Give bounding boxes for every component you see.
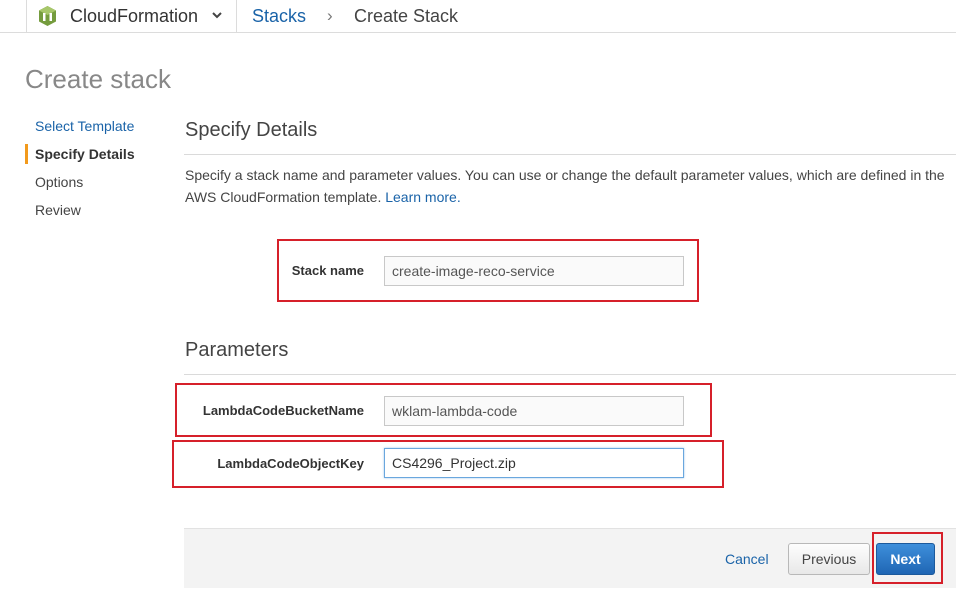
top-nav-bar: CloudFormation Stacks › Create Stack xyxy=(0,0,956,33)
step-review: Review xyxy=(35,202,81,218)
section-divider xyxy=(184,374,956,375)
nav-divider xyxy=(26,0,27,33)
page-title: Create stack xyxy=(25,64,171,94)
learn-more-link[interactable]: Learn more. xyxy=(385,189,460,205)
highlight-box-next xyxy=(872,532,943,584)
section-title-parameters: Parameters xyxy=(185,339,289,361)
step-select-template[interactable]: Select Template xyxy=(25,116,134,136)
cloudformation-icon xyxy=(39,6,56,26)
description-text: Specify a stack name and parameter value… xyxy=(185,167,945,205)
breadcrumb-stacks-link[interactable]: Stacks xyxy=(252,5,306,27)
lambda-code-bucket-name-input[interactable] xyxy=(384,396,684,426)
breadcrumb-separator: › xyxy=(327,6,333,25)
previous-button[interactable]: Previous xyxy=(788,543,870,575)
step-options: Options xyxy=(35,174,84,190)
lambda-code-object-key-label: LambdaCodeObjectKey xyxy=(217,456,364,471)
lambda-code-bucket-name-label: LambdaCodeBucketName xyxy=(202,403,364,418)
section-title-specify-details: Specify Details xyxy=(185,119,318,141)
step-specify-details: Specify Details xyxy=(25,144,135,164)
breadcrumb-current: Create Stack xyxy=(354,6,459,26)
chevron-down-icon[interactable] xyxy=(211,9,223,21)
lambda-code-object-key-input[interactable] xyxy=(384,448,684,478)
details-description: Specify a stack name and parameter value… xyxy=(185,164,955,208)
stack-name-input[interactable] xyxy=(384,256,684,286)
section-divider xyxy=(184,154,956,155)
cancel-link[interactable]: Cancel xyxy=(725,550,769,568)
service-menu[interactable]: CloudFormation xyxy=(70,5,198,27)
stack-name-label: Stack name xyxy=(291,263,364,278)
nav-divider xyxy=(236,0,237,33)
